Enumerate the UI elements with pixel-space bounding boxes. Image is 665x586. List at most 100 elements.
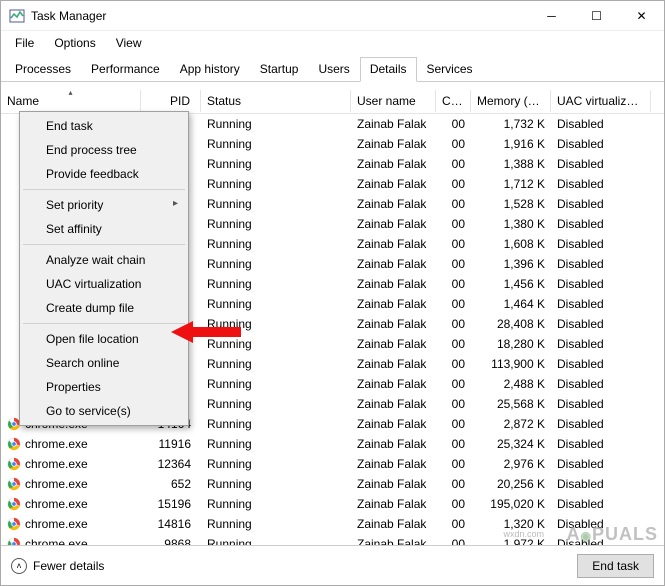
cell-user: Zainab Falak: [351, 375, 436, 393]
cell-user: Zainab Falak: [351, 455, 436, 473]
header-status[interactable]: Status: [201, 90, 351, 112]
chrome-icon: [7, 457, 21, 471]
cell-uac: Disabled: [551, 355, 651, 373]
cell-user: Zainab Falak: [351, 395, 436, 413]
header-name[interactable]: Name: [1, 90, 141, 112]
cell-status: Running: [201, 155, 351, 173]
cell-user: Zainab Falak: [351, 175, 436, 193]
cell-uac: Disabled: [551, 335, 651, 353]
menu-options[interactable]: Options: [46, 33, 103, 53]
titlebar: Task Manager ─ ☐ ✕: [1, 1, 664, 31]
cell-pid: 15196: [141, 495, 201, 513]
cell-cpu: 00: [436, 335, 471, 353]
header-memory[interactable]: Memory (a...: [471, 90, 551, 112]
ctx-analyze-wait-chain[interactable]: Analyze wait chain: [22, 248, 186, 272]
ctx-separator: [23, 244, 185, 245]
cell-uac: Disabled: [551, 395, 651, 413]
cell-uac: Disabled: [551, 315, 651, 333]
cell-uac: Disabled: [551, 155, 651, 173]
cell-cpu: 00: [436, 355, 471, 373]
ctx-properties[interactable]: Properties: [22, 375, 186, 399]
cell-cpu: 00: [436, 435, 471, 453]
tab-users[interactable]: Users: [308, 57, 359, 81]
cell-cpu: 00: [436, 475, 471, 493]
minimize-button[interactable]: ─: [529, 1, 574, 31]
cell-uac: Disabled: [551, 495, 651, 513]
cell-uac: Disabled: [551, 375, 651, 393]
ctx-end-task[interactable]: End task: [22, 114, 186, 138]
cell-user: Zainab Falak: [351, 515, 436, 533]
ctx-uac-virtualization[interactable]: UAC virtualization: [22, 272, 186, 296]
cell-uac: Disabled: [551, 295, 651, 313]
cell-mem: 1,456 K: [471, 275, 551, 293]
header-pid[interactable]: PID: [141, 90, 201, 112]
cell-name: chrome.exe: [1, 435, 141, 454]
cell-cpu: 00: [436, 495, 471, 513]
cell-status: Running: [201, 455, 351, 473]
ctx-go-to-services[interactable]: Go to service(s): [22, 399, 186, 423]
cell-mem: 18,280 K: [471, 335, 551, 353]
cell-status: Running: [201, 255, 351, 273]
cell-cpu: 00: [436, 135, 471, 153]
header-uac[interactable]: UAC virtualizat...: [551, 90, 651, 112]
cell-mem: 2,872 K: [471, 415, 551, 433]
ctx-create-dump-file[interactable]: Create dump file: [22, 296, 186, 320]
cell-pid: 652: [141, 475, 201, 493]
cell-status: Running: [201, 295, 351, 313]
cell-status: Running: [201, 215, 351, 233]
menu-file[interactable]: File: [7, 33, 42, 53]
cell-status: Running: [201, 195, 351, 213]
ctx-separator: [23, 323, 185, 324]
cell-cpu: 00: [436, 275, 471, 293]
cell-uac: Disabled: [551, 255, 651, 273]
cell-mem: 1,528 K: [471, 195, 551, 213]
cell-mem: 113,900 K: [471, 355, 551, 373]
cell-mem: 25,568 K: [471, 395, 551, 413]
cell-mem: 195,020 K: [471, 495, 551, 513]
end-task-button[interactable]: End task: [577, 554, 654, 578]
table-row[interactable]: chrome.exe11916RunningZainab Falak0025,3…: [1, 434, 664, 454]
ctx-set-affinity[interactable]: Set affinity: [22, 217, 186, 241]
cell-uac: Disabled: [551, 215, 651, 233]
cell-status: Running: [201, 235, 351, 253]
cell-status: Running: [201, 495, 351, 513]
cell-pid: 12364: [141, 455, 201, 473]
cell-status: Running: [201, 275, 351, 293]
table-row[interactable]: chrome.exe12364RunningZainab Falak002,97…: [1, 454, 664, 474]
chrome-icon: [7, 477, 21, 491]
watermark-logo: A◉PUALS: [567, 524, 659, 545]
header-cpu[interactable]: CPU: [436, 90, 471, 112]
ctx-open-file-location[interactable]: Open file location: [22, 327, 186, 351]
table-row[interactable]: chrome.exe14816RunningZainab Falak001,32…: [1, 514, 664, 534]
cell-cpu: 00: [436, 395, 471, 413]
cell-user: Zainab Falak: [351, 415, 436, 433]
header-username[interactable]: User name: [351, 90, 436, 112]
tab-apphistory[interactable]: App history: [170, 57, 250, 81]
cell-cpu: 00: [436, 415, 471, 433]
tab-processes[interactable]: Processes: [5, 57, 81, 81]
ctx-search-online[interactable]: Search online: [22, 351, 186, 375]
menu-view[interactable]: View: [108, 33, 150, 53]
tab-details[interactable]: Details: [360, 57, 417, 82]
cell-mem: 1,732 K: [471, 115, 551, 133]
cell-uac: Disabled: [551, 195, 651, 213]
tab-performance[interactable]: Performance: [81, 57, 170, 81]
chrome-icon: [7, 497, 21, 511]
table-row[interactable]: chrome.exe15196RunningZainab Falak00195,…: [1, 494, 664, 514]
cell-uac: Disabled: [551, 235, 651, 253]
ctx-provide-feedback[interactable]: Provide feedback: [22, 162, 186, 186]
ctx-end-process-tree[interactable]: End process tree: [22, 138, 186, 162]
cell-user: Zainab Falak: [351, 475, 436, 493]
cell-mem: 1,380 K: [471, 215, 551, 233]
tab-startup[interactable]: Startup: [250, 57, 309, 81]
tab-services[interactable]: Services: [417, 57, 483, 81]
fewer-details-button[interactable]: ˄ Fewer details: [11, 558, 104, 574]
cell-name: chrome.exe: [1, 455, 141, 474]
table-row[interactable]: chrome.exe652RunningZainab Falak0020,256…: [1, 474, 664, 494]
close-button[interactable]: ✕: [619, 1, 664, 31]
cell-mem: 1,712 K: [471, 175, 551, 193]
ctx-set-priority[interactable]: Set priority: [22, 193, 186, 217]
maximize-button[interactable]: ☐: [574, 1, 619, 31]
cell-user: Zainab Falak: [351, 335, 436, 353]
cell-mem: 2,488 K: [471, 375, 551, 393]
